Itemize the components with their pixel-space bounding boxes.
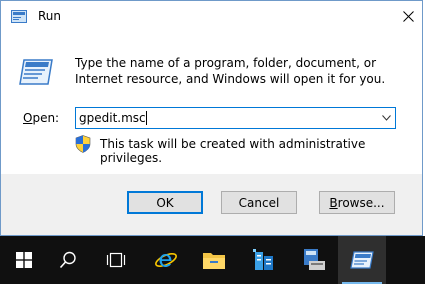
- taskbar-powershell[interactable]: [290, 236, 338, 284]
- task-view-icon: [106, 252, 126, 268]
- uac-shield-icon: [75, 135, 91, 153]
- desktop-screen: Run Type the name of a program, folder, …: [0, 0, 425, 284]
- windows-start-icon: [16, 252, 32, 268]
- window-title: Run: [38, 9, 62, 23]
- search-icon: [59, 251, 76, 269]
- start-button[interactable]: [0, 236, 48, 284]
- dialog-description: Type the name of a program, folder, docu…: [75, 56, 386, 86]
- cancel-button[interactable]: Cancel: [221, 191, 297, 214]
- chevron-down-icon: [381, 115, 391, 121]
- powershell-icon: [304, 249, 325, 270]
- server-manager-icon: [253, 249, 273, 270]
- title-bar[interactable]: Run: [1, 1, 422, 31]
- open-label: Open:: [23, 111, 60, 125]
- taskbar-server-manager[interactable]: [240, 236, 288, 284]
- task-view-button[interactable]: [92, 236, 140, 284]
- browse-button[interactable]: Browse...: [319, 191, 395, 214]
- taskbar-internet-explorer[interactable]: [142, 236, 190, 284]
- run-icon: [350, 251, 374, 269]
- text-caret: [146, 111, 147, 125]
- run-program-icon: [19, 59, 53, 85]
- dropdown-button[interactable]: [377, 108, 395, 128]
- taskbar: [0, 236, 425, 284]
- search-button[interactable]: [44, 236, 92, 284]
- open-input[interactable]: [77, 109, 377, 127]
- taskbar-file-explorer[interactable]: [190, 236, 238, 284]
- file-explorer-icon: [203, 253, 225, 269]
- admin-privileges-note: This task will be created with administr…: [100, 137, 366, 165]
- ok-button[interactable]: OK: [127, 191, 203, 214]
- close-button[interactable]: [394, 1, 422, 31]
- taskbar-run[interactable]: [338, 236, 386, 284]
- run-icon: [11, 10, 27, 23]
- open-combobox[interactable]: [75, 107, 396, 129]
- run-dialog: Run Type the name of a program, folder, …: [0, 0, 423, 236]
- close-icon: [402, 10, 414, 22]
- internet-explorer-icon: [155, 253, 177, 267]
- dialog-content: Type the name of a program, folder, docu…: [1, 31, 422, 174]
